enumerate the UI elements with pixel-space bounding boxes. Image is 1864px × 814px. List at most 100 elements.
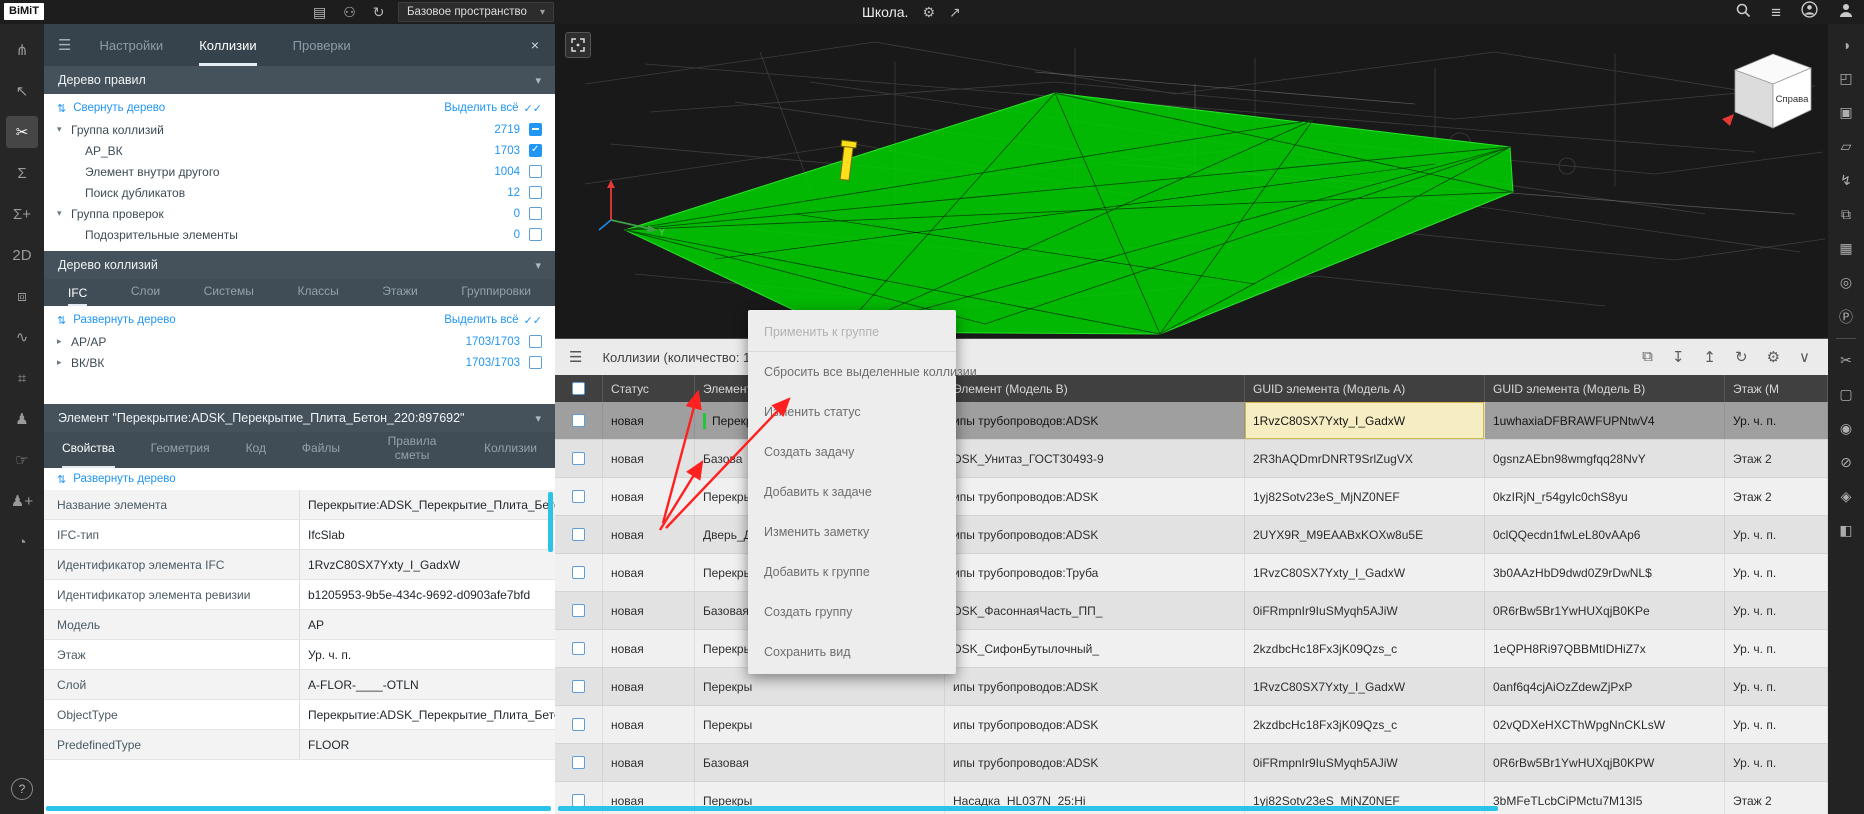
section-rules-tree[interactable]: Дерево правил ▾ — [44, 66, 555, 94]
users-add-icon[interactable]: ♟+ — [6, 485, 38, 517]
col-header-status[interactable]: Статус — [603, 375, 695, 402]
expand-arrow-icon[interactable]: ▾ — [57, 124, 71, 135]
gear-icon[interactable]: ⚙ — [922, 4, 935, 21]
collision-tree-tab[interactable]: Системы — [204, 284, 254, 306]
user-icon[interactable] — [1838, 2, 1854, 23]
plugins-icon[interactable]: ⌗ — [6, 362, 38, 394]
element-tab[interactable]: Свойства — [62, 432, 115, 468]
rules-tree-row[interactable]: Подозрительные элементы 0 — [44, 224, 555, 245]
collision-tree-row[interactable]: ▸ ВК/ВК 1703/1703 — [44, 352, 555, 373]
select-icon[interactable]: ↖ — [6, 75, 38, 107]
table-row[interactable]: новая Базовая DSK_ФасоннаяЧасть_ПП_ 0iFR… — [555, 592, 1828, 630]
expand-tree-link[interactable]: Развернуть дерево — [73, 473, 175, 485]
row-checkbox[interactable] — [572, 642, 585, 655]
horizontal-scrollbar[interactable] — [46, 806, 551, 811]
refresh-icon[interactable]: ↻ — [1735, 348, 1748, 366]
help-icon[interactable]: ? — [11, 778, 33, 800]
collision-tree-row[interactable]: ▸ АР/АР 1703/1703 — [44, 331, 555, 352]
collision-group-checkbox[interactable] — [529, 356, 542, 369]
chevron-down-icon[interactable]: ▾ — [535, 259, 541, 272]
element-tab[interactable]: Файлы — [302, 432, 340, 468]
sync-icon[interactable]: ↻ — [373, 4, 385, 21]
rules-tree-row[interactable]: АР_ВК 1703 — [44, 140, 555, 161]
table-row[interactable]: новая Перекры ипы трубопроводов:Труба 1R… — [555, 554, 1828, 592]
collision-tree-tab[interactable]: IFC — [68, 286, 87, 306]
checks-icon[interactable]: Σ — [6, 157, 38, 189]
collision-tree-tab[interactable]: Этажи — [382, 284, 417, 306]
list-menu-icon[interactable]: ≡ — [1771, 4, 1781, 21]
collision-tree-tab[interactable]: Слои — [131, 284, 160, 306]
row-checkbox[interactable] — [572, 414, 585, 427]
rule-checkbox[interactable] — [529, 228, 542, 241]
clip-scissors-icon[interactable]: ✂ — [1834, 348, 1859, 373]
table-row[interactable]: новая Перекры ипы трубопроводов:ADSK 1Rv… — [555, 668, 1828, 706]
context-menu-item[interactable]: Сбросить все выделенные коллизии — [748, 352, 956, 392]
collision-tree-tab[interactable]: Группировки — [461, 284, 531, 306]
section-collision-tree[interactable]: Дерево коллизий ▾ — [44, 251, 555, 279]
handover-icon[interactable]: ☞ — [6, 444, 38, 476]
chevron-down-icon[interactable]: ▾ — [535, 74, 541, 87]
expand-tree-link[interactable]: Развернуть дерево — [73, 314, 175, 326]
hide-icon[interactable]: ⊘ — [1834, 450, 1859, 475]
dashboard-icon[interactable]: ◔ — [6, 526, 38, 558]
row-checkbox[interactable] — [572, 490, 585, 503]
col-header-floor-a[interactable]: Этаж (М — [1725, 375, 1828, 402]
element-tab[interactable]: Код — [246, 432, 266, 468]
rule-checkbox[interactable] — [529, 165, 542, 178]
rules-tree-row[interactable]: ▾ Группа проверок 0 — [44, 203, 555, 224]
table-row[interactable]: новая Перекры ипы трубопроводов:ADSK 1Rv… — [555, 402, 1828, 440]
rule-checkbox[interactable] — [529, 144, 542, 157]
collapse-tree-link[interactable]: Свернуть дерево — [73, 102, 165, 114]
table-menu-icon[interactable]: ☰ — [569, 348, 582, 366]
collapse-icon[interactable]: ∨ — [1799, 348, 1810, 366]
section-element[interactable]: Элемент "Перекрытие:ADSK_Перекрытие_Плит… — [44, 404, 555, 432]
viewport-3d[interactable]: Y Справа — [555, 24, 1828, 338]
plan-icon[interactable]: Ⓟ — [1834, 304, 1859, 329]
row-checkbox[interactable] — [572, 604, 585, 617]
table-row[interactable]: новая Дверь_Д ипы трубопроводов:ADSK 2UY… — [555, 516, 1828, 554]
copy-table-icon[interactable]: ⧉ — [1642, 348, 1653, 366]
element-tab[interactable]: Правила сметы — [376, 432, 448, 468]
row-checkbox[interactable] — [572, 566, 585, 579]
table-row[interactable]: новая Базовая ипы трубопроводов:ADSK 0iF… — [555, 744, 1828, 782]
screenshot-icon[interactable]: ▣ — [1834, 100, 1859, 125]
element-tab[interactable]: Геометрия — [151, 432, 210, 468]
account-icon[interactable] — [1801, 1, 1818, 23]
volumes-icon[interactable]: ⧉ — [1834, 202, 1859, 227]
import-icon[interactable]: ↥ — [1703, 348, 1716, 366]
col-header-guid-b[interactable]: GUID элемента (Модель B) — [1485, 375, 1725, 402]
rule-checkbox[interactable] — [529, 207, 542, 220]
toolbox-icon[interactable]: ▤ — [313, 4, 326, 21]
users-icon[interactable]: ♟ — [6, 403, 38, 435]
grid-icon[interactable]: ▦ — [1834, 236, 1859, 261]
analytics-icon[interactable]: ∿ — [6, 321, 38, 353]
share-icon[interactable]: ↗ — [949, 4, 961, 21]
appearance-icon[interactable]: ◑ — [1834, 32, 1859, 57]
export-icon[interactable]: ↧ — [1672, 348, 1685, 366]
divider[interactable] — [1836, 338, 1856, 339]
rule-checkbox[interactable] — [529, 123, 542, 136]
panel-tab[interactable]: Настройки — [99, 24, 163, 66]
context-menu-item[interactable]: Изменить статус — [748, 392, 956, 432]
context-menu-item[interactable]: Изменить заметку — [748, 512, 956, 552]
isolate-icon[interactable]: ◈ — [1834, 484, 1859, 509]
row-checkbox[interactable] — [572, 756, 585, 769]
workspace-dropdown[interactable]: Базовое пространство ▾ — [398, 2, 554, 22]
section-icon[interactable]: ↯ — [1834, 168, 1859, 193]
element-tab[interactable]: Коллизии — [484, 432, 537, 468]
col-header-guid-a[interactable]: GUID элемента (Модель A) — [1245, 375, 1485, 402]
select-all-checkbox[interactable] — [572, 382, 585, 395]
panel-tab[interactable]: Проверки — [293, 24, 351, 66]
settings-icon[interactable]: ⚙ — [1767, 348, 1780, 366]
measure-icon[interactable]: ▱ — [1834, 134, 1859, 159]
focus-icon[interactable]: ◎ — [1834, 270, 1859, 295]
context-menu-item[interactable]: Применить к группе — [748, 312, 956, 352]
expand-arrow-icon[interactable]: ▾ — [57, 208, 71, 219]
row-checkbox[interactable] — [572, 452, 585, 465]
table-row[interactable]: новая Базова DSK_Унитаз_ГОСТ30493-9 2R3h… — [555, 440, 1828, 478]
checks-add-icon[interactable]: Σ+ — [6, 198, 38, 230]
select-all-link[interactable]: Выделить всё — [444, 314, 518, 326]
row-checkbox[interactable] — [572, 718, 585, 731]
vertical-scrollbar[interactable] — [548, 492, 553, 552]
table-row[interactable]: новая Перекры DSK_СифонБутылочный_ 2kzdb… — [555, 630, 1828, 668]
